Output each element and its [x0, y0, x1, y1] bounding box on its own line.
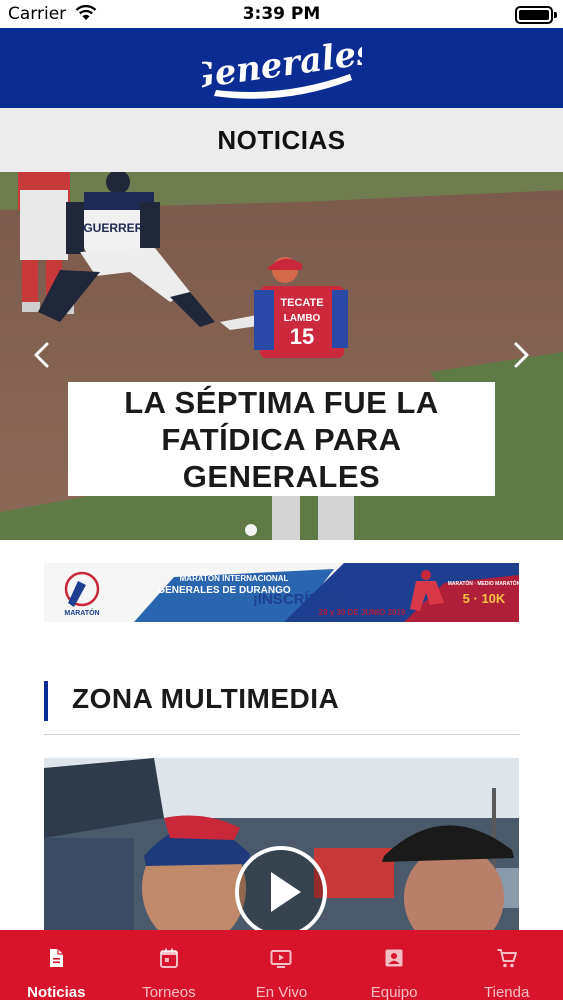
video-play-button[interactable]: [233, 844, 329, 930]
carousel-next-button[interactable]: [503, 337, 539, 373]
svg-text:MARATÓN · MEDIO MARATÓN: MARATÓN · MEDIO MARATÓN: [448, 579, 519, 587]
tab-label: Tienda: [484, 984, 530, 1000]
brand-header: Generales: [0, 28, 563, 108]
tab-equipo[interactable]: Equipo: [338, 930, 451, 1000]
logo-text: Generales: [202, 40, 362, 98]
svg-text:LAMBO: LAMBO: [284, 313, 321, 324]
tab-label: Noticias: [27, 984, 86, 1000]
svg-text:5 · 10K: 5 · 10K: [463, 591, 506, 606]
tab-en-vivo[interactable]: En Vivo: [225, 930, 338, 1000]
document-icon: [50, 949, 64, 967]
generales-logo[interactable]: Generales: [0, 32, 563, 105]
chevron-right-icon: [514, 342, 529, 368]
tab-label: En Vivo: [255, 984, 308, 1000]
marathon-ad-graphic: MARATÓN MARATÓN INTERNACIONAL GENERALES …: [44, 563, 519, 622]
tab-tienda[interactable]: Tienda: [450, 930, 563, 1000]
video-thumbnail[interactable]: [44, 758, 519, 930]
svg-text:MARATÓN INTERNACIONAL: MARATÓN INTERNACIONAL: [180, 574, 289, 583]
status-bar: Carrier 3:39 PM: [0, 0, 563, 28]
tab-torneos[interactable]: Torneos: [113, 930, 226, 1000]
cart-icon: [497, 949, 517, 968]
chevron-left-icon: [34, 342, 49, 368]
tab-noticias[interactable]: Noticias: [0, 930, 113, 1000]
contact-card-icon: [385, 949, 403, 967]
news-headline: LA SÉPTIMA FUE LA FATÍDICA PARA GENERALE…: [124, 384, 439, 494]
tab-label: Torneos: [142, 984, 196, 1000]
calendar-icon: [159, 948, 178, 968]
svg-text:TECATE: TECATE: [280, 297, 323, 309]
svg-text:15: 15: [290, 324, 314, 349]
svg-text:MARATÓN: MARATÓN: [64, 608, 99, 617]
svg-text:29 y 30 DE JUNIO 2019: 29 y 30 DE JUNIO 2019: [319, 608, 406, 617]
news-headline-box[interactable]: LA SÉPTIMA FUE LA FATÍDICA PARA GENERALE…: [68, 382, 495, 496]
logo-wordmark: Generales: [183, 32, 377, 99]
battery-icon: [515, 6, 557, 24]
play-icon: [235, 846, 327, 930]
svg-text:¡INSCRÍBITE YA!: ¡INSCRÍBITE YA!: [253, 591, 371, 608]
section-accent-bar: [44, 681, 48, 721]
ad-banner[interactable]: MARATÓN MARATÓN INTERNACIONAL GENERALES …: [44, 563, 519, 622]
clock: 3:39 PM: [242, 4, 321, 24]
news-carousel[interactable]: GUERRERO TECATE LAMBO 15 LA SÉPTIMA FUE …: [0, 172, 563, 540]
tv-play-icon: [270, 950, 292, 968]
multimedia-title: ZONA MULTIMEDIA: [72, 683, 340, 714]
page-title: NOTICIAS: [217, 125, 346, 155]
bottom-tab-bar: Noticias Torneos En Vivo Equipo Tienda: [0, 930, 563, 1000]
carousel-prev-button[interactable]: [24, 337, 60, 373]
section-title-bar: NOTICIAS: [0, 108, 563, 172]
multimedia-header: ZONA MULTIMEDIA: [44, 679, 519, 735]
tab-label: Equipo: [370, 984, 418, 1000]
